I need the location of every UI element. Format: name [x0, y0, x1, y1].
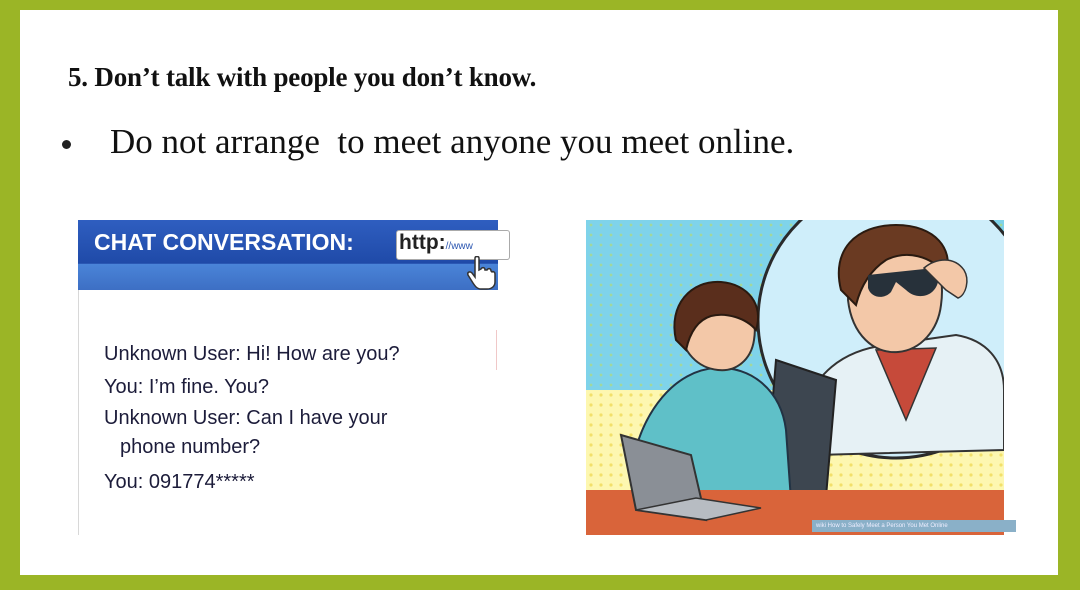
bullet-dot-icon: [62, 140, 71, 149]
chat-message-part: Unknown User: Can I have your: [104, 407, 388, 429]
chat-message: Unknown User: Hi! How are you?: [104, 343, 400, 365]
chat-conversation-image: CHAT CONVERSATION: http://www Unknown Us…: [78, 220, 510, 535]
online-meeting-illustration: [586, 220, 1004, 535]
chat-messages: Unknown User: Hi! How are you? You: I’m …: [104, 338, 464, 499]
chat-border-line: [496, 330, 497, 370]
illustration-watermark: wiki How to Safely Meet a Person You Met…: [812, 520, 1016, 532]
illustration-artwork: [586, 220, 1004, 535]
url-www: //www: [445, 241, 473, 252]
bullet-text: Do not arrange to meet anyone you meet o…: [110, 122, 795, 161]
hand-cursor-icon: [467, 256, 496, 290]
chat-border-line: [78, 290, 79, 535]
slide-heading: 5. Don’t talk with people you don’t know…: [68, 62, 537, 92]
chat-title: CHAT CONVERSATION:: [94, 229, 354, 255]
chat-message: You: 091774*****: [104, 471, 255, 493]
chat-message: You: I’m fine. You?: [104, 376, 269, 398]
chat-message-part: phone number?: [120, 436, 261, 458]
url-protocol: http:: [399, 231, 446, 254]
chat-message: Unknown User: Can I have your phone numb…: [104, 404, 464, 462]
